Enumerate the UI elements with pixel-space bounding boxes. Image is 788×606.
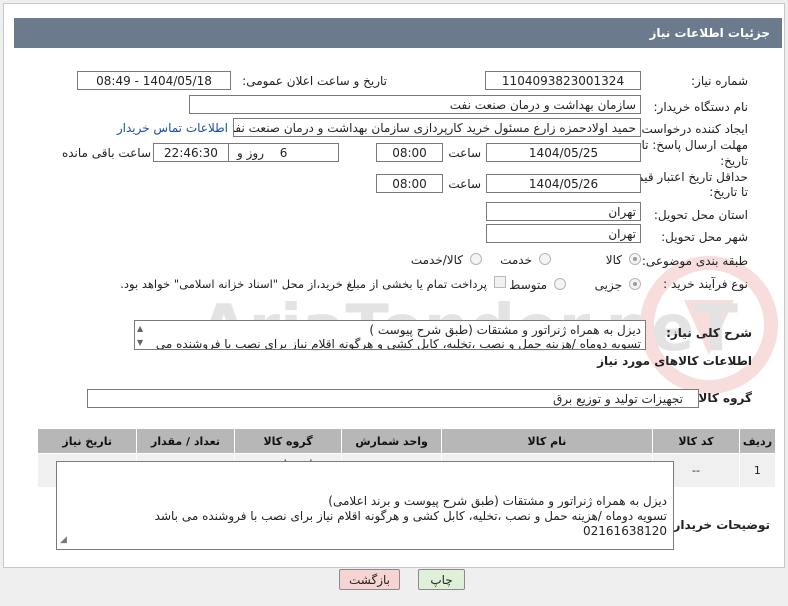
price-time-word: ساعت bbox=[448, 177, 481, 191]
col-header-code: کد کالا bbox=[652, 428, 740, 454]
category-radio-goods[interactable] bbox=[629, 253, 641, 265]
cell-row-number: 1 bbox=[738, 453, 777, 488]
category-radio-service[interactable] bbox=[539, 253, 551, 265]
category-radio-goods-service[interactable] bbox=[470, 253, 482, 265]
need-number-label: شماره نیاز: bbox=[691, 74, 748, 88]
process-label: نوع فرآیند خرید : bbox=[663, 277, 748, 291]
creator-field: حمید اولادحمزه زارع مسئول خرید کارپردازی… bbox=[233, 118, 641, 137]
category-option-goods: کالا bbox=[605, 253, 622, 267]
process-radio-minor[interactable] bbox=[629, 278, 641, 290]
contact-buyer-link[interactable]: اطلاعات تماس خریدار bbox=[117, 121, 228, 135]
deadline-date-field: 1404/05/25 bbox=[486, 143, 641, 162]
process-option-minor: جزیی bbox=[594, 278, 622, 292]
col-header-qty: تعداد / مقدار bbox=[136, 428, 235, 454]
goods-group-field: تجهیزات تولید و توزیع برق bbox=[87, 389, 699, 408]
treasury-payment-note: پرداخت تمام یا بخشی از مبلغ خرید،از محل … bbox=[120, 277, 487, 291]
buyer-notes-textarea[interactable]: دیزل به همراه ژنراتور و مشتقات (طبق شرح … bbox=[56, 461, 674, 550]
province-label: استان محل تحویل: bbox=[653, 208, 748, 222]
general-desc-line2: تسویه دوماه /هزینه حمل و نصب ،تخلیه، کاب… bbox=[155, 337, 641, 350]
print-button[interactable]: چاپ bbox=[418, 569, 465, 590]
price-validity-label-line2: تا تاریخ: bbox=[709, 185, 748, 199]
general-desc-label: شرح کلی نیاز: bbox=[666, 326, 752, 340]
buyer-notes-line2: تسویه دوماه /هزینه حمل و نصب ،تخلیه، کاب… bbox=[154, 509, 667, 523]
goods-group-label: گروه کالا: bbox=[693, 391, 752, 405]
remaining-word: ساعت باقی مانده bbox=[61, 146, 151, 160]
days-word: روز و bbox=[237, 146, 264, 160]
col-header-unit: واحد شمارش bbox=[341, 428, 442, 454]
announce-label: تاریخ و ساعت اعلان عمومی: bbox=[242, 74, 387, 88]
price-time-field: 08:00 bbox=[376, 174, 443, 193]
goods-section-title: اطلاعات کالاهای مورد نیاز bbox=[597, 354, 752, 368]
table-header-row: ردیف کد کالا نام کالا واحد شمارش گروه کا… bbox=[36, 428, 777, 454]
city-field: تهران bbox=[486, 224, 641, 243]
deadline-time-field: 08:00 bbox=[376, 143, 443, 162]
page-header: جزئیات اطلاعات نیاز bbox=[14, 18, 782, 48]
buyer-org-field: سازمان بهداشت و درمان صنعت نفت bbox=[189, 95, 641, 114]
general-desc-line1: دیزل به همراه ژنراتور و مشتقات (طبق شرح … bbox=[369, 323, 641, 337]
col-header-date: تاریخ نیاز bbox=[36, 428, 138, 454]
need-number-field: 1104093823001324 bbox=[485, 71, 641, 90]
remaining-time-field: 22:46:30 bbox=[153, 143, 229, 162]
deadline-time-word: ساعت bbox=[448, 146, 481, 160]
scroll-arrows-icon[interactable]: ▲ ▼ bbox=[137, 322, 143, 349]
buyer-notes-label: توضیحات خریدار: bbox=[668, 518, 770, 532]
province-field: تهران bbox=[486, 202, 641, 221]
col-header-group: گروه کالا bbox=[233, 428, 343, 454]
creator-label: ایجاد کننده درخواست: bbox=[637, 122, 748, 136]
page-title: جزئیات اطلاعات نیاز bbox=[649, 26, 770, 40]
process-option-medium: متوسط bbox=[509, 278, 547, 292]
price-date-field: 1404/05/26 bbox=[486, 174, 641, 193]
buyer-org-label: نام دستگاه خریدار: bbox=[653, 100, 749, 114]
details-frame: جزئیات اطلاعات نیاز AriaTender.neT شماره… bbox=[3, 3, 785, 568]
col-header-row-number: ردیف bbox=[738, 428, 777, 454]
category-option-goods-service: کالا/خدمت bbox=[410, 253, 463, 267]
buyer-notes-line3: 02161638120 bbox=[583, 524, 667, 538]
general-desc-textarea[interactable]: دیزل به همراه ژنراتور و مشتقات (طبق شرح … bbox=[134, 320, 646, 350]
resize-grip-icon[interactable]: ◢ bbox=[60, 533, 67, 548]
buyer-notes-line1: دیزل به همراه ژنراتور و مشتقات (طبق شرح … bbox=[328, 494, 667, 508]
treasury-payment-checkbox[interactable] bbox=[494, 276, 506, 288]
back-button[interactable]: بازگشت bbox=[339, 569, 400, 590]
announce-field: 1404/05/18 - 08:49 bbox=[77, 71, 231, 90]
process-radio-medium[interactable] bbox=[554, 278, 566, 290]
category-label: طبقه بندی موضوعی: bbox=[641, 254, 748, 268]
col-header-name: نام کالا bbox=[440, 428, 654, 454]
category-option-service: خدمت bbox=[500, 253, 532, 267]
deadline-label-line2: تاریخ: bbox=[720, 154, 748, 168]
deadline-label-line1: مهلت ارسال پاسخ: تا bbox=[641, 138, 748, 152]
page: جزئیات اطلاعات نیاز AriaTender.neT شماره… bbox=[0, 0, 788, 606]
city-label: شهر محل تحویل: bbox=[661, 230, 748, 244]
